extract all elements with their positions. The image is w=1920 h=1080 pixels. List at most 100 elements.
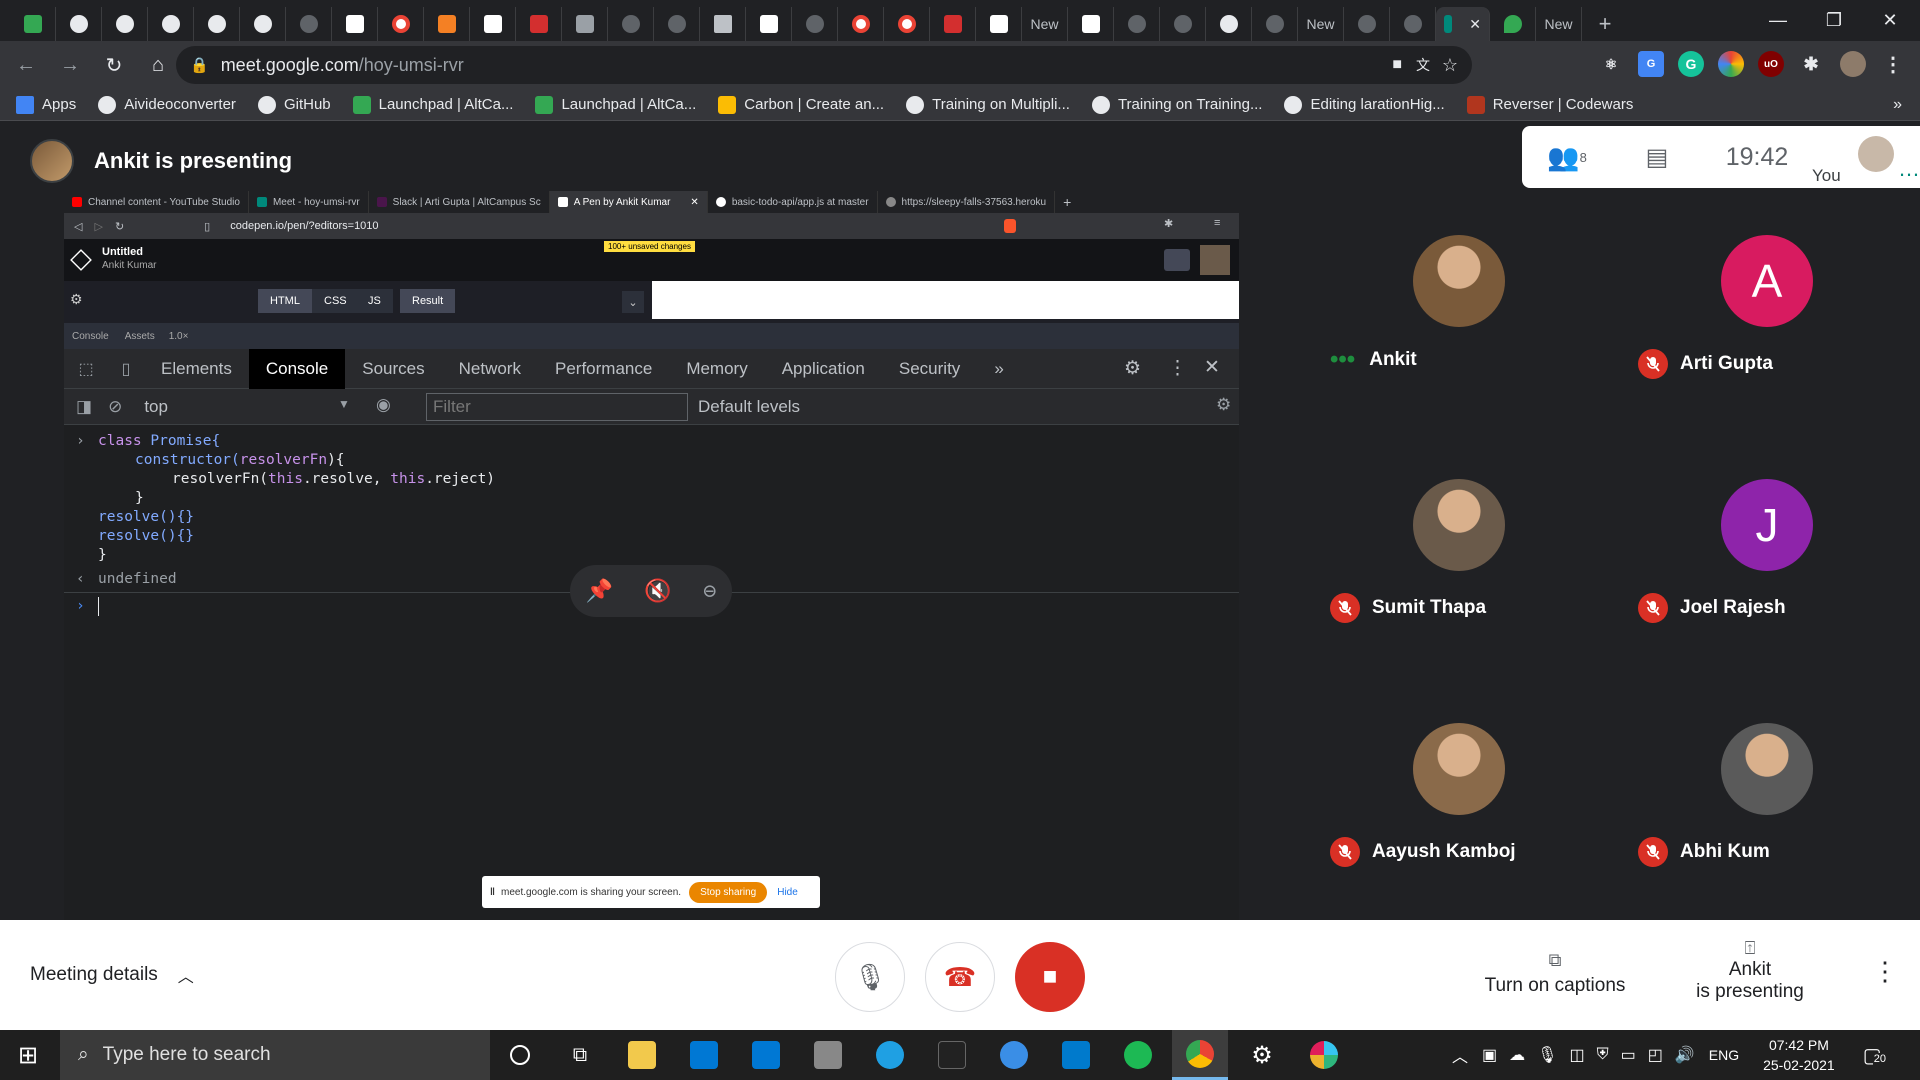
back-arrow-icon[interactable]: ←: [8, 47, 44, 83]
tab-github[interactable]: [56, 7, 102, 41]
chat-icon[interactable]: ▤: [1612, 126, 1702, 188]
tab-codepen[interactable]: [976, 7, 1022, 41]
restore-icon[interactable]: ❐: [1806, 0, 1862, 41]
participant-tile[interactable]: J Joel Rajesh: [1612, 435, 1912, 675]
minimize-icon[interactable]: —: [1750, 0, 1806, 41]
tray-app-icon[interactable]: ▣: [1482, 1045, 1497, 1065]
tab-github[interactable]: [240, 7, 286, 41]
tab-google[interactable]: [838, 7, 884, 41]
people-button[interactable]: 👥 8: [1522, 126, 1612, 188]
translate-icon[interactable]: 文: [1416, 55, 1430, 75]
leave-call-button[interactable]: ☎: [925, 942, 995, 1012]
bookmarks-overflow-icon[interactable]: »: [1893, 96, 1902, 114]
tab-github[interactable]: [194, 7, 240, 41]
extensions-puzzle-icon[interactable]: ✱: [1798, 51, 1824, 77]
tab-altcampus[interactable]: [10, 7, 56, 41]
battery-icon[interactable]: ▭: [1621, 1045, 1636, 1065]
bookmark-item[interactable]: Launchpad | AltCa...: [352, 95, 513, 114]
chrome-menu-icon[interactable]: ⋮: [1880, 51, 1906, 77]
language-indicator[interactable]: ENG: [1709, 1047, 1739, 1063]
react-devtools-icon[interactable]: ⚛: [1598, 51, 1624, 77]
mic-button[interactable]: 🎙: [835, 942, 905, 1012]
bookmark-item[interactable]: Launchpad | AltCa...: [535, 95, 696, 114]
bookmark-item[interactable]: Training on Training...: [1091, 95, 1262, 114]
presenting-button[interactable]: ⍐ Ankit is presenting: [1680, 938, 1820, 1003]
forward-arrow-icon[interactable]: →: [52, 47, 88, 83]
ublock-icon[interactable]: uO: [1758, 51, 1784, 77]
meeting-details-button[interactable]: Meeting details ︿: [30, 920, 194, 1030]
address-bar[interactable]: 🔒 meet.google.com/hoy-umsi-rvr ■ 文 ☆: [176, 46, 1472, 84]
tab-globe[interactable]: [1252, 7, 1298, 41]
tab-globe[interactable]: [792, 7, 838, 41]
captions-button[interactable]: ⧉ Turn on captions: [1470, 950, 1640, 997]
onedrive-icon[interactable]: ☁: [1509, 1045, 1525, 1065]
tab-globe[interactable]: [1206, 7, 1252, 41]
tab-globe[interactable]: [1160, 7, 1206, 41]
self-tile[interactable]: You …: [1812, 126, 1920, 188]
bookmark-item[interactable]: Carbon | Create an...: [718, 95, 884, 114]
cortana-icon[interactable]: [492, 1030, 548, 1080]
tab-new[interactable]: New: [1022, 7, 1068, 41]
bookmark-item[interactable]: Reverser | Codewars: [1466, 95, 1633, 114]
reload-icon[interactable]: ↻: [96, 47, 132, 83]
tab-maps[interactable]: [1490, 7, 1536, 41]
bookmark-item[interactable]: Training on Multipli...: [906, 95, 1070, 114]
participant-tile[interactable]: Abhi Kum: [1612, 679, 1912, 919]
spotify-icon[interactable]: [1110, 1030, 1166, 1080]
notification-center-icon[interactable]: ▢20: [1863, 1043, 1887, 1068]
tab-red[interactable]: [516, 7, 562, 41]
slack-icon[interactable]: [1296, 1030, 1352, 1080]
windows-start-icon[interactable]: ⊞: [0, 1030, 56, 1080]
tab-meet-active[interactable]: ✕: [1436, 7, 1490, 41]
taskbar-search[interactable]: ⌕ Type here to search: [60, 1030, 490, 1080]
chrome-icon[interactable]: [1172, 1030, 1228, 1080]
tab-github[interactable]: [102, 7, 148, 41]
tab-codepen[interactable]: [470, 7, 516, 41]
microphone-icon[interactable]: 🎙: [1537, 1045, 1557, 1065]
more-dots-icon[interactable]: …: [1898, 156, 1920, 182]
new-tab-plus-icon[interactable]: +: [1582, 7, 1628, 41]
tab-globe[interactable]: [654, 7, 700, 41]
security-shield-icon[interactable]: ⛨: [1597, 1046, 1609, 1064]
tab-github[interactable]: [148, 7, 194, 41]
defender-icon[interactable]: ◫: [1569, 1045, 1584, 1065]
tab-new[interactable]: New: [1536, 7, 1582, 41]
store-icon[interactable]: [676, 1030, 732, 1080]
tab-globe[interactable]: [1390, 7, 1436, 41]
participant-tile[interactable]: A Arti Gupta: [1612, 191, 1912, 431]
tab-globe[interactable]: [286, 7, 332, 41]
participant-tile[interactable]: Aayush Kamboj: [1304, 679, 1604, 919]
tab-globe[interactable]: [608, 7, 654, 41]
bookmark-item[interactable]: Aivideoconverter: [98, 95, 236, 114]
tab-doc[interactable]: [700, 7, 746, 41]
file-explorer-icon[interactable]: [614, 1030, 670, 1080]
tab-codepen[interactable]: [1068, 7, 1114, 41]
bookmark-item[interactable]: Editing larationHig...: [1284, 95, 1445, 114]
colorpick-icon[interactable]: [1718, 51, 1744, 77]
window-close-icon[interactable]: ✕: [1862, 0, 1918, 41]
clock[interactable]: 07:42 PM 25-02-2021: [1763, 1035, 1835, 1075]
terminal-icon[interactable]: [924, 1030, 980, 1080]
participant-tile[interactable]: Sumit Thapa: [1304, 435, 1604, 675]
close-tab-icon[interactable]: ✕: [1469, 16, 1481, 33]
camera-toggle-button[interactable]: ■: [1015, 942, 1085, 1012]
tab-google[interactable]: [378, 7, 424, 41]
vscode-icon[interactable]: [1048, 1030, 1104, 1080]
tab-stackoverflow[interactable]: [424, 7, 470, 41]
chevron-up-icon[interactable]: ︿: [1452, 1043, 1468, 1067]
settings-gear-icon[interactable]: ⚙: [1234, 1030, 1290, 1080]
app-icon[interactable]: [800, 1030, 856, 1080]
grammarly-icon[interactable]: G: [1678, 51, 1704, 77]
tab-codepen[interactable]: [746, 7, 792, 41]
more-options-icon[interactable]: ⋮: [1872, 956, 1898, 987]
tab-red[interactable]: [930, 7, 976, 41]
tab-globe[interactable]: [1114, 7, 1160, 41]
translate-ext-icon[interactable]: G: [1638, 51, 1664, 77]
edge-icon[interactable]: [862, 1030, 918, 1080]
tab-codepen[interactable]: [332, 7, 378, 41]
mail-icon[interactable]: [738, 1030, 794, 1080]
bookmark-item[interactable]: Apps: [16, 95, 76, 114]
tab-box[interactable]: [562, 7, 608, 41]
home-icon[interactable]: ⌂: [140, 47, 176, 83]
volume-icon[interactable]: 🔊: [1675, 1045, 1695, 1065]
